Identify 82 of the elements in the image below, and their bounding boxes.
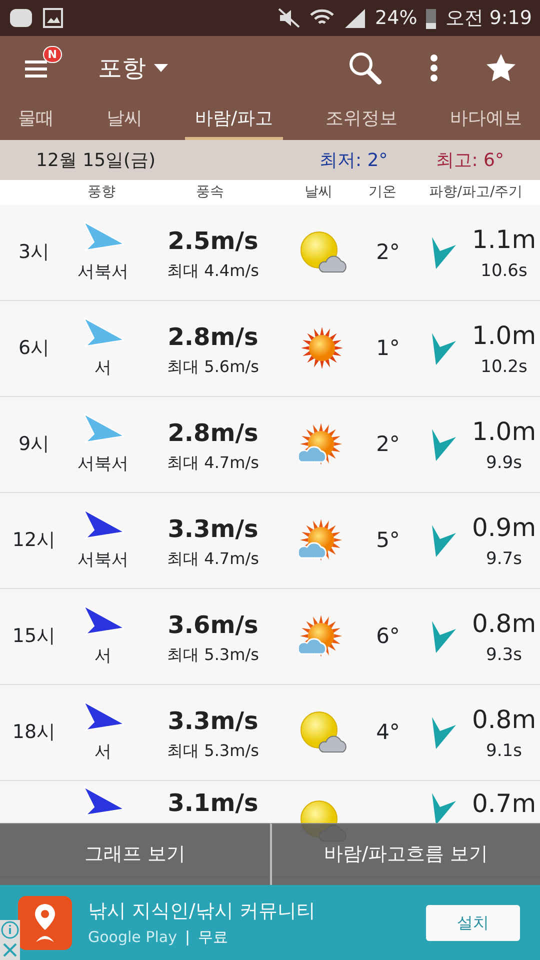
time-label: 6시 <box>17 336 51 362</box>
column-header: 기온 <box>367 183 398 202</box>
sun-cloud-icon <box>299 710 347 756</box>
sun-cloud-icon <box>299 230 347 276</box>
time-label: 15시 <box>11 624 57 650</box>
max-wind-speed: 최대 5.3m/s <box>167 644 259 666</box>
time-label: 3시 <box>17 240 51 266</box>
tab[interactable]: 물때 <box>8 100 64 140</box>
column-header: 풍향 <box>86 183 116 202</box>
date-label: 12월 15일(금) <box>36 148 156 172</box>
battery-percent: 24% <box>375 6 418 31</box>
wind-speed: 3.3m/s <box>168 514 258 544</box>
column-header: 파향/파고/주기 <box>428 183 524 202</box>
wind-speed: 2.8m/s <box>168 322 258 352</box>
wave-height: 1.0m <box>472 416 536 448</box>
install-button[interactable]: 설치 <box>426 904 520 940</box>
high-temperature: 최고: 6° <box>436 148 504 172</box>
location-dropdown[interactable]: 포항 <box>98 50 168 86</box>
wave-height: 1.1m <box>472 224 536 256</box>
wave-height: 1.0m <box>472 320 536 352</box>
star-icon <box>486 53 516 83</box>
store-name: Google Play <box>88 926 177 948</box>
mute-icon <box>277 7 302 29</box>
wind-direction: 서 <box>94 356 112 380</box>
temperature: 2° <box>375 238 401 266</box>
max-wind-speed: 최대 4.7m/s <box>167 548 259 570</box>
column-header: 풍속 <box>194 183 225 202</box>
wave-period: 10.2s <box>480 356 528 378</box>
max-wind-speed: 최대 5.6m/s <box>167 356 259 378</box>
temperature: 5° <box>375 526 401 554</box>
wave-period: 9.9s <box>486 452 522 474</box>
max-wind-speed: 최대 4.7m/s <box>167 452 259 474</box>
caret-icon <box>154 64 168 72</box>
more-button[interactable] <box>430 54 438 82</box>
price-label: 무료 <box>198 926 228 948</box>
time-label: 12시 <box>11 528 57 554</box>
ad-title: 낚시 지식인/낚시 커뮤니티 <box>88 899 316 924</box>
tab[interactable]: 조위정보 <box>315 100 408 140</box>
tab[interactable]: 날씨 <box>96 100 152 140</box>
wind-direction: 서 <box>94 644 112 668</box>
menu-icon <box>24 58 50 80</box>
clock: 오전 9:19 <box>445 6 532 31</box>
image-icon <box>42 7 64 29</box>
wave-height: 0.8m <box>472 704 536 736</box>
temperature: 4° <box>375 718 401 746</box>
temperature: 1° <box>375 334 401 362</box>
wind-direction: 서 <box>94 740 112 764</box>
low-temperature: 최저: 2° <box>320 148 388 172</box>
search-icon <box>348 51 382 85</box>
wave-height: 0.7m <box>472 788 536 820</box>
wave-height: 0.9m <box>472 512 536 544</box>
separator: | <box>184 926 190 948</box>
view-button[interactable]: 바람/파고흐름 보기 <box>270 823 540 885</box>
wind-speed: 2.8m/s <box>168 418 258 448</box>
signal-icon <box>343 7 368 29</box>
time-label: 18시 <box>11 720 57 746</box>
wind-speed: 3.3m/s <box>168 706 258 736</box>
tab[interactable]: 바다예보 <box>440 100 532 140</box>
max-wind-speed: 최대 4.4m/s <box>167 260 259 282</box>
wind-speed: 3.1m/s <box>168 788 258 819</box>
app-logo-icon <box>18 896 72 950</box>
battery-icon <box>425 6 438 30</box>
favorite-button[interactable] <box>486 53 516 83</box>
wind-direction: 서북서 <box>78 548 128 572</box>
temperature: 6° <box>375 622 401 650</box>
wave-period: 9.3s <box>486 644 522 666</box>
wind-speed: 2.5m/s <box>168 226 258 256</box>
wind-direction: 서북서 <box>78 260 128 284</box>
wind-speed: 3.6m/s <box>168 610 258 640</box>
temperature: 2° <box>375 430 401 458</box>
wave-height: 0.8m <box>472 608 536 640</box>
wave-period: 10.6s <box>480 260 528 282</box>
wind-direction: 서북서 <box>78 452 128 476</box>
search-button[interactable] <box>348 51 382 85</box>
max-wind-speed: 최대 5.3m/s <box>167 740 259 762</box>
wave-period: 9.7s <box>486 548 522 570</box>
more-icon <box>430 54 438 82</box>
notification-badge: N <box>42 46 62 63</box>
view-button[interactable]: 그래프 보기 <box>0 823 270 885</box>
wave-period: 9.1s <box>486 740 522 762</box>
time-label: 9시 <box>17 432 51 458</box>
column-header: 날씨 <box>303 183 334 202</box>
